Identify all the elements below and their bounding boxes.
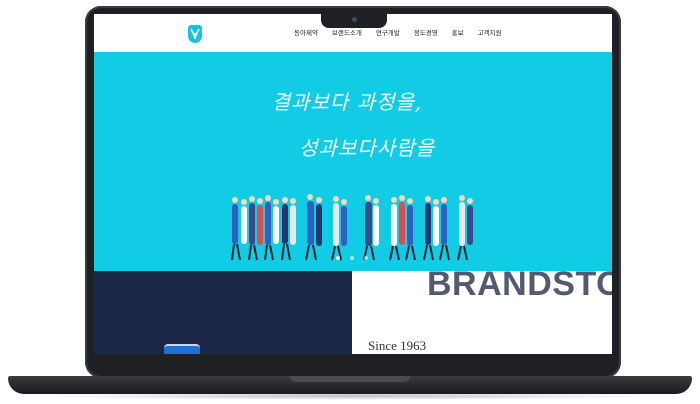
main-menu: 동아제약 브랜드소개 연구개발 정도경영 홍보 고객지원 [294,27,516,37]
slider-dot-2[interactable] [350,256,354,260]
laptop-screen: 동아제약 브랜드소개 연구개발 정도경영 홍보 고객지원 결과보다 과정을, 성… [94,14,612,354]
slider-pagination [336,256,368,260]
camera-icon [352,17,357,22]
hero-banner: 결과보다 과정을, 성과보다사람을 [94,52,612,271]
menu-item-research[interactable]: 연구개발 [376,27,400,37]
slider-dot-1[interactable] [336,256,340,260]
hero-slogan-line2: 성과보다사람을 [299,136,435,160]
hero-slogan-line1: 결과보다 과정을, [271,90,423,114]
brandstory-image-panel [94,271,352,354]
since-year-text: Since 1963 [368,338,427,353]
laptop-base-lip [290,376,410,382]
brand-logo-icon[interactable] [188,25,202,43]
menu-item-ethics[interactable]: 정도경영 [414,27,438,37]
menu-item-company[interactable]: 동아제약 [294,27,318,37]
hikers-group-image [231,194,473,261]
menu-item-pr[interactable]: 홍보 [452,27,464,37]
brandstory-text-panel: BRANDSTORY Since 1963 [352,265,612,354]
product-can-image [164,344,200,354]
menu-item-brands[interactable]: 브랜드소개 [332,27,362,37]
brandstory-heading: BRANDSTORY [427,265,612,303]
menu-item-support[interactable]: 고객지원 [478,27,502,37]
slider-dot-3[interactable] [364,256,368,260]
